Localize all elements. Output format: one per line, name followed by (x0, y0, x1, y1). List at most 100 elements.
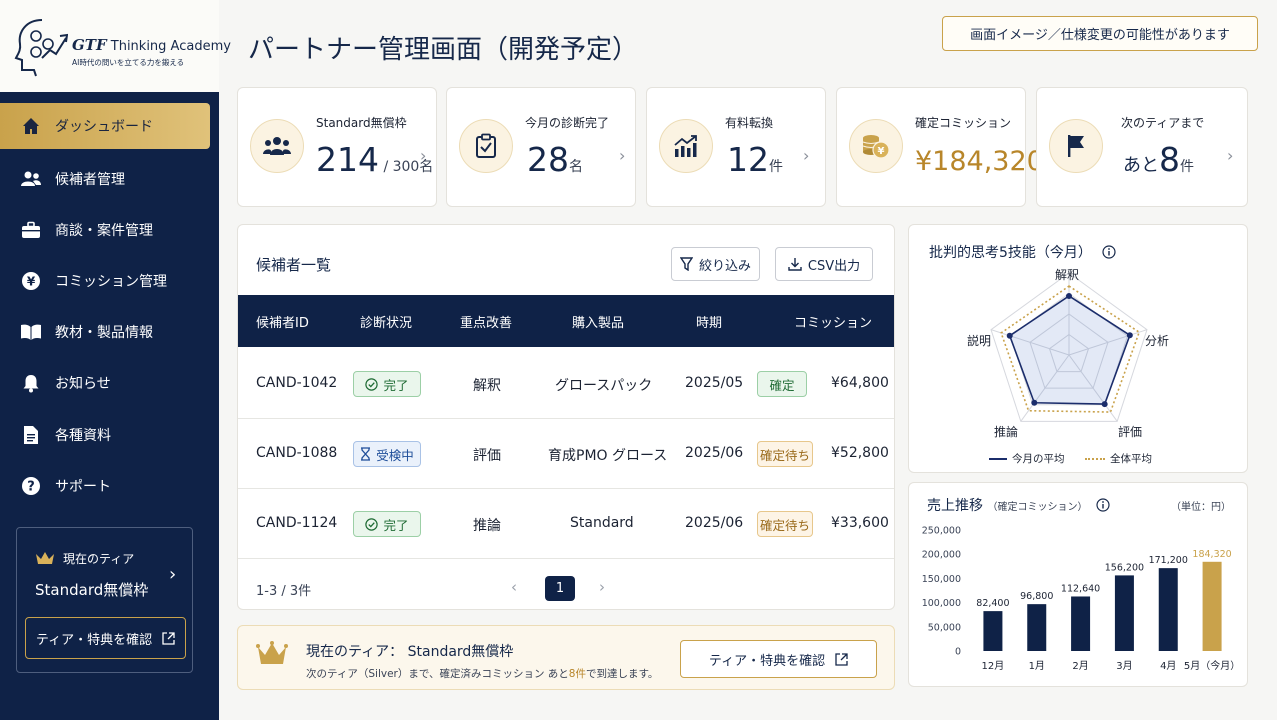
tier-benefits-button[interactable]: ティア・特典を確認 (680, 640, 877, 678)
bar[interactable] (1158, 568, 1178, 651)
table-header: 候補者ID 診断状況 重点改善 購入製品 時期 コミッション (238, 295, 894, 347)
stat-card-paid-conversion[interactable]: 有料転換 12件 › (646, 87, 826, 207)
flag-icon (1049, 119, 1103, 173)
yen-circle-icon: ¥ (20, 270, 42, 292)
bar[interactable] (1114, 575, 1134, 651)
users-icon (20, 168, 42, 190)
sidebar: GTF Thinking Academy AI時代の問いを立てる力を鍛える ダッ… (0, 0, 231, 720)
help-icon: ? (20, 475, 42, 497)
sidebar-item-label: 候補者管理 (55, 172, 125, 188)
logo-area[interactable]: GTF Thinking Academy AI時代の問いを立てる力を鍛える (0, 0, 231, 92)
bar-value-label: 156,200 (1105, 562, 1144, 573)
x-tick-label: 12月 (982, 660, 1005, 672)
status-badge: 完了 (353, 371, 421, 397)
chevron-right-icon[interactable]: › (803, 146, 809, 165)
stat-label: 有料転換 (725, 116, 774, 130)
chevron-right-icon[interactable]: › (169, 564, 176, 585)
check-circle-icon (365, 377, 379, 391)
candidate-id[interactable]: CAND-1124 (256, 515, 337, 531)
pagination-count: 1-3 / 3件 (256, 584, 312, 599)
svg-text:¥: ¥ (878, 146, 885, 157)
svg-text:¥: ¥ (27, 275, 36, 289)
column-header[interactable]: 購入製品 (572, 312, 624, 331)
stat-value: ¥184,320 (915, 146, 1044, 177)
chevron-right-icon[interactable]: › (619, 146, 625, 165)
commission-status-badge: 確定待ち (757, 511, 813, 537)
purchased-product: Standard (570, 515, 634, 531)
column-header[interactable]: 候補者ID (256, 312, 309, 331)
stat-label: 今月の診断完了 (525, 116, 610, 130)
table-row[interactable]: CAND-1124 完了 推論 Standard 2025/06 確定待ち ¥3… (238, 489, 894, 559)
column-header[interactable]: 時期 (696, 312, 722, 331)
brand-tagline: AI時代の問いを立てる力を鍛える (72, 58, 185, 67)
y-tick-label: 200,000 (922, 550, 961, 561)
commission-status-badge: 確定 (757, 371, 807, 397)
y-tick-label: 150,000 (922, 574, 961, 585)
sidebar-item-dashboard[interactable]: ダッシュボード (0, 103, 210, 149)
x-tick-label: 5月（今月） (1184, 659, 1240, 672)
bar-value-label: 171,200 (1149, 555, 1188, 566)
bar-value-label: 112,640 (1061, 583, 1100, 594)
commission-amount: ¥52,800 (831, 445, 889, 461)
sales-trend-panel: 売上推移 （確定コミッション） （単位：円） 0 50,000 100,000 150… (908, 482, 1248, 687)
sidebar-item-label: サポート (55, 479, 111, 495)
column-header[interactable]: 重点改善 (460, 312, 512, 331)
sidebar-item-candidates[interactable]: 候補者管理 (0, 156, 210, 202)
legend-overall: 全体平均 (1085, 451, 1152, 466)
stat-card-next-tier[interactable]: 次のティアまで あと8件 › (1036, 87, 1248, 207)
csv-export-button[interactable]: CSV出力 (775, 247, 873, 281)
book-icon (20, 321, 42, 343)
external-link-icon (162, 631, 175, 645)
bar[interactable] (1027, 604, 1047, 651)
table-row[interactable]: CAND-1042 完了 解釈 グロースパック 2025/05 確定 ¥64,8… (238, 349, 894, 419)
x-tick-label: 4月 (1160, 660, 1176, 672)
sidebar-item-materials[interactable]: 教材・製品情報 (0, 309, 210, 355)
stat-card-confirmed-commission[interactable]: ¥ 確定コミッション ¥184,320 (836, 87, 1044, 207)
stat-card-standard-quota[interactable]: Standard無償枠 214 / 300名 › (237, 87, 437, 207)
check-circle-icon (365, 517, 379, 531)
tier-benefits-button[interactable]: ティア・特典を確認 (25, 617, 186, 659)
sidebar-item-deals[interactable]: 商談・案件管理 (0, 207, 210, 253)
candidate-id[interactable]: CAND-1088 (256, 445, 337, 461)
filter-button[interactable]: 絞り込み (671, 247, 760, 281)
pagination-prev-button[interactable]: ‹ (511, 578, 517, 596)
radar-axis-label: 評価 (1118, 425, 1143, 439)
tier-value: Standard無償枠 (35, 581, 149, 599)
radar-axis-label: 解釈 (1055, 268, 1080, 282)
purchased-product: グロースパック (555, 378, 653, 394)
radar-axis-label: 推論 (994, 425, 1019, 439)
radar-point (1006, 332, 1013, 339)
table-row[interactable]: CAND-1088 受検中 評価 育成PMO グロース 2025/06 確定待ち… (238, 419, 894, 489)
sidebar-item-documents[interactable]: 各種資料 (0, 412, 210, 458)
candidate-id[interactable]: CAND-1042 (256, 375, 337, 391)
focus-skill: 評価 (473, 448, 501, 464)
pagination-current-page[interactable]: 1 (545, 576, 575, 601)
bar[interactable] (1202, 561, 1222, 651)
sidebar-item-label: コミッション管理 (55, 274, 167, 290)
y-tick-label: 250,000 (922, 526, 961, 537)
sidebar-item-commission[interactable]: ¥ コミッション管理 (0, 258, 210, 304)
bar[interactable] (1071, 596, 1091, 651)
bar-value-label: 96,800 (1020, 591, 1053, 602)
document-icon (20, 424, 42, 446)
stat-value: 214 / 300名 (316, 140, 434, 179)
sidebar-item-notifications[interactable]: お知らせ (0, 360, 210, 406)
sidebar-item-label: 教材・製品情報 (55, 325, 153, 341)
sidebar-item-support[interactable]: ? サポート (0, 463, 210, 509)
sidebar-item-label: 各種資料 (55, 428, 111, 444)
chevron-right-icon[interactable]: › (420, 146, 426, 165)
commission-amount: ¥64,800 (831, 375, 889, 391)
current-tier-card[interactable]: 現在のティア Standard無償枠 › ティア・特典を確認 (16, 527, 193, 673)
radar-point (1126, 332, 1133, 339)
column-header[interactable]: 診断状況 (360, 312, 412, 331)
chevron-right-icon[interactable]: › (1227, 146, 1233, 165)
tier-label: 現在のティア (63, 552, 135, 566)
y-tick-label: 0 (955, 647, 961, 658)
bar[interactable] (983, 611, 1003, 651)
pagination-next-button[interactable]: › (599, 578, 605, 596)
column-header[interactable]: コミッション (794, 312, 872, 331)
stat-card-diagnosis-complete[interactable]: 今月の診断完了 28名 › (446, 87, 636, 207)
brand-name: GTF Thinking Academy (72, 36, 231, 54)
x-tick-label: 3月 (1116, 660, 1132, 672)
crown-icon (36, 552, 54, 564)
